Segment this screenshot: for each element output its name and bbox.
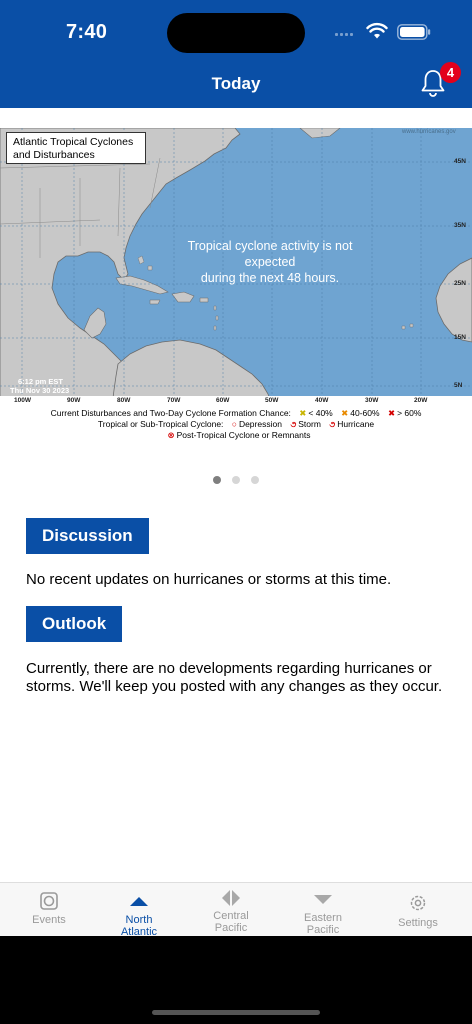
outlook-heading: Outlook (26, 606, 123, 642)
lat-label: 25N (454, 280, 466, 287)
legend-disturbance-label: Current Disturbances and Two-Day Cyclone… (50, 408, 291, 418)
wifi-icon (366, 22, 388, 39)
lon-label: 60W (216, 397, 230, 404)
map-message-line1: Tropical cyclone activity is not expecte… (187, 239, 353, 269)
tab-central-pacific-label-line2: Pacific (214, 922, 248, 934)
lon-label: 70W (167, 397, 181, 404)
app-screen: 7:40 Today 4 www.hurricanes.gov Atlantic… (0, 0, 472, 936)
post-tropical-icon: ⊗ (167, 430, 175, 440)
cellular-signal-icon (335, 33, 353, 36)
legend-cyclone-label: Tropical or Sub-Tropical Cyclone: (97, 419, 224, 429)
legend-post: Post-Tropical Cyclone or Remnants (176, 430, 311, 440)
lon-label: 80W (117, 397, 131, 404)
map-title-line1: Atlantic Tropical Cyclones (13, 136, 134, 148)
map-credit: www.hurricanes.gov (402, 129, 456, 135)
high-chance-icon: ✖ (387, 408, 396, 418)
map-title-line2: and Disturbances (13, 149, 95, 161)
tab-central-pacific-label-line1: Central (213, 910, 249, 922)
lat-label: 35N (454, 222, 466, 229)
longitude-axis: 100W 90W 80W 70W 60W 50W 40W 30W 20W (0, 396, 472, 406)
map-legend-cyclones: Tropical or Sub-Tropical Cyclone: ○ Depre… (0, 419, 472, 430)
lon-label: 100W (14, 397, 31, 404)
outlook-text: Currently, there are no developments reg… (26, 660, 443, 695)
battery-icon (397, 24, 431, 40)
lat-label: 45N (454, 158, 466, 165)
legend-high: > 60% (397, 408, 422, 418)
tab-north-atlantic-label-line1: North (125, 914, 153, 926)
storm-icon: ૭ (290, 419, 297, 429)
app-header: 7:40 Today 4 (0, 0, 472, 108)
tab-north-atlantic[interactable]: North Atlantic (92, 883, 186, 936)
page-dot[interactable] (251, 476, 259, 484)
mid-chance-icon: ✖ (341, 408, 349, 418)
map-timestamp-date: Thu Nov 30 2023 (10, 386, 70, 395)
tropical-outlook-map[interactable]: www.hurricanes.gov Atlantic Tropical Cyc… (0, 128, 472, 440)
tab-north-atlantic-label-line2: Atlantic (120, 926, 158, 936)
discussion-text: No recent updates on hurricanes or storm… (26, 571, 392, 588)
lon-label: 30W (365, 397, 379, 404)
lon-label: 20W (414, 397, 428, 404)
map-legend-post-tropical: ⊗ Post-Tropical Cyclone or Remnants (0, 430, 472, 441)
lon-label: 90W (67, 397, 81, 404)
tab-central-pacific[interactable]: Central Pacific (184, 883, 278, 936)
hurricane-icon: ૭ (329, 419, 336, 429)
legend-depression: Depression (238, 419, 282, 429)
map-legend-disturbances: Current Disturbances and Two-Day Cyclone… (0, 408, 472, 419)
tab-settings-label: Settings (398, 917, 438, 929)
legend-mid: 40-60% (350, 408, 380, 418)
gear-icon (410, 895, 426, 911)
status-time: 7:40 (66, 21, 108, 43)
triangle-down-icon (314, 895, 332, 904)
carousel-pagination[interactable] (0, 476, 472, 484)
dynamic-island (167, 13, 305, 53)
diamond-icon (222, 890, 240, 906)
notification-badge: 4 (440, 62, 461, 83)
tab-settings[interactable]: Settings (371, 883, 465, 936)
tab-events-label: Events (32, 914, 66, 926)
discussion-heading: Discussion (26, 518, 149, 554)
home-indicator (152, 1010, 320, 1015)
events-icon (40, 892, 58, 910)
depression-icon: ○ (231, 419, 237, 429)
legend-storm: Storm (298, 419, 321, 429)
tab-eastern-pacific-label-line1: Eastern (304, 912, 342, 924)
map-timestamp: 6:12 pm EST Thu Nov 30 2023 (10, 377, 69, 395)
lat-label: 15N (454, 334, 466, 341)
low-chance-icon: ✖ (299, 408, 307, 418)
legend-hurricane: Hurricane (337, 419, 375, 429)
tab-events[interactable]: Events (2, 883, 96, 936)
legend-low: < 40% (308, 408, 333, 418)
tab-bar: Events North Atlantic Central Pacific Ea… (0, 882, 472, 936)
page-dot[interactable] (232, 476, 240, 484)
map-message: Tropical cyclone activity is not expecte… (170, 238, 370, 286)
map-timestamp-time: 6:12 pm EST (18, 377, 64, 386)
map-title-box: Atlantic Tropical Cyclones and Disturban… (6, 132, 146, 164)
lon-label: 40W (315, 397, 329, 404)
map-message-line2: during the next 48 hours. (200, 271, 340, 285)
tab-eastern-pacific-label-line2: Pacific (306, 924, 340, 936)
lon-label: 50W (265, 397, 279, 404)
tab-eastern-pacific[interactable]: Eastern Pacific (276, 883, 370, 936)
triangle-up-icon (130, 897, 148, 906)
page-dot[interactable] (213, 476, 221, 484)
page-title: Today (211, 74, 261, 93)
lat-label: 5N (454, 382, 463, 389)
